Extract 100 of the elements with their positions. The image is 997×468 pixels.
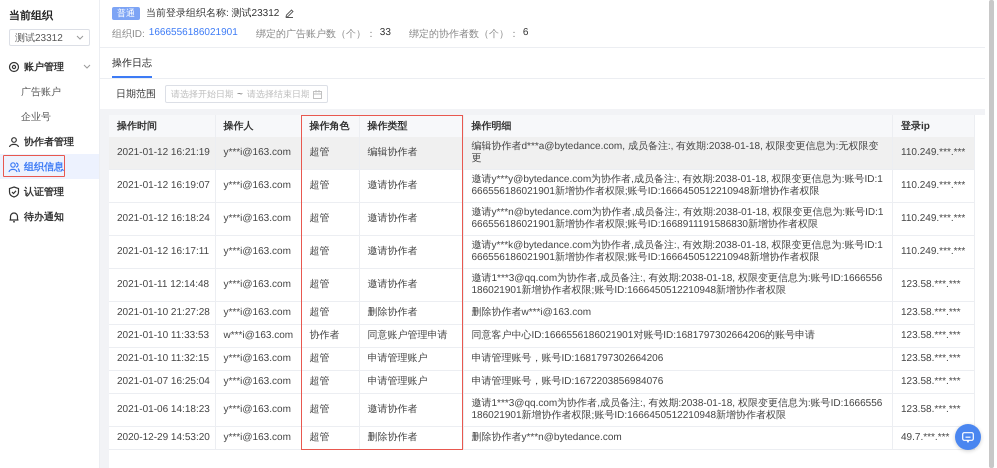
org-select[interactable]: 测试23312	[9, 29, 90, 46]
table-cell: 同意客户中心ID:1666556186021901对账号ID:1681797302664206的账号申请	[463, 324, 892, 348]
chevron-down-icon	[76, 35, 84, 40]
table-cell: 邀请协作者	[359, 268, 463, 302]
sidebar-title: 当前组织	[8, 8, 54, 24]
table-cell: 2021-01-12 16:19:07	[109, 170, 215, 202]
table-cell: 编辑协作者	[359, 137, 463, 170]
table-cell: 123.58.***.***	[892, 324, 974, 348]
table-cell: y***i@163.com	[215, 236, 301, 268]
table-cell: y***i@163.com	[215, 170, 301, 202]
table-cell: 删除协作者y***n@bytedance.com	[463, 426, 892, 450]
table-cell: 123.58.***.***	[892, 302, 974, 324]
column-header: 操作角色	[301, 115, 359, 137]
table-cell: 邀请y***y@bytedance.com为协作者,成员备注:, 有效期:2038-01-18, 权限变更信息为:账号ID:1666556186021901新增协作者权限;账号ID:1666450512210948新增协作者权限	[463, 170, 892, 202]
stat-label: 组织ID:	[112, 28, 145, 41]
table-cell: 超管	[301, 348, 359, 370]
table-cell: y***i@163.com	[215, 202, 301, 236]
table-cell: 邀请协作者	[359, 202, 463, 236]
table-cell: y***i@163.com	[215, 426, 301, 450]
table-cell: 超管	[301, 202, 359, 236]
column-header: 登录ip	[892, 115, 974, 137]
table-cell: 110.249.***.***	[892, 236, 974, 268]
table-cell: 2021-01-07 16:25:04	[109, 370, 215, 394]
table-cell: 邀请y***k@bytedance.com为协作者,成员备注:, 有效期:2038-01-18, 权限变更信息为:账号ID:1666556186021901新增协作者权限;账号ID:1666450512210948新增协作者权限	[463, 236, 892, 268]
stat-value: 33	[380, 27, 391, 40]
table-cell: 超管	[301, 137, 359, 170]
sidebar-item[interactable]: 待办通知	[0, 204, 99, 229]
start-date-field[interactable]: 请选择开始日期	[171, 89, 233, 99]
table-cell: 申请管理账号，账号ID:1672203856984076	[463, 370, 892, 394]
table-cell: 2021-01-12 16:17:11	[109, 236, 215, 268]
table-cell: 删除协作者	[359, 426, 463, 450]
table-cell: 邀请1***3@qq.com为协作者,成员备注:, 有效期:2038-01-18, 权限变更信息为:账号ID:1666556186021901新增协作者权限;账号ID:1666450512210948新增协作者权限	[463, 268, 892, 302]
org-type-badge: 普通	[112, 6, 140, 20]
table-cell: 邀请协作者	[359, 394, 463, 426]
column-header: 操作人	[215, 115, 301, 137]
table-cell: 超管	[301, 236, 359, 268]
org-name: 当前登录组织名称: 测试23312	[146, 6, 280, 20]
chevron-down-icon	[83, 64, 91, 69]
table-cell: 删除协作者	[359, 302, 463, 324]
table-cell: 2021-01-10 21:27:28	[109, 302, 215, 324]
column-header: 操作明细	[463, 115, 892, 137]
table-cell: 2021-01-06 14:18:23	[109, 394, 215, 426]
table-cell: 同意账户管理申请	[359, 324, 463, 348]
table-cell: 删除协作者w***i@163.com	[463, 302, 892, 324]
pencil-icon	[285, 8, 294, 18]
table-cell: 110.249.***.***	[892, 137, 974, 170]
column-header: 操作时间	[109, 115, 215, 137]
calendar-icon	[312, 90, 322, 98]
org-id-link[interactable]: 1666556186021901	[148, 27, 238, 41]
stat-label: 绑定的广告账户数（个）：	[256, 28, 376, 41]
column-header: 操作类型	[359, 115, 463, 137]
table-cell: 申请管理账户	[359, 348, 463, 370]
sidebar-item[interactable]: 协作者管理	[0, 129, 99, 154]
table-cell: 2021-01-12 16:18:24	[109, 202, 215, 236]
table-cell: 邀请协作者	[359, 170, 463, 202]
table-cell: 协作者	[301, 324, 359, 348]
table-cell: 申请管理账号，账号ID:1681797302664206	[463, 348, 892, 370]
table-cell: 110.249.***.***	[892, 170, 974, 202]
table-cell: y***i@163.com	[215, 137, 301, 170]
users-icon	[8, 160, 20, 172]
table-cell: 2021-01-10 11:33:53	[109, 324, 215, 348]
table-cell: y***i@163.com	[215, 302, 301, 324]
stat-label: 绑定的协作者数（个）：	[408, 28, 519, 41]
date-range-field[interactable]: 请选择开始日期 ~ 请选择结束日期	[165, 85, 328, 103]
table-cell: y***i@163.com	[215, 394, 301, 426]
bell-icon	[8, 210, 20, 222]
table-cell: 超管	[301, 426, 359, 450]
shield-icon	[8, 186, 20, 198]
table-cell: 超管	[301, 170, 359, 202]
sidebar-item[interactable]: 广告账户	[0, 79, 99, 104]
table-cell: 申请管理账户	[359, 370, 463, 394]
table-cell: 2021-01-11 12:14:48	[109, 268, 215, 302]
table-cell: 110.249.***.***	[892, 202, 974, 236]
table-cell: 123.58.***.***	[892, 348, 974, 370]
table-cell: w***i@163.com	[215, 324, 301, 348]
sidebar-item[interactable]: 企业号	[0, 104, 99, 129]
range-separator: ~	[237, 88, 243, 100]
table-cell: 2020-12-29 14:53:20	[109, 426, 215, 450]
table-cell: 超管	[301, 370, 359, 394]
table-cell: y***i@163.com	[215, 370, 301, 394]
scrollbar-thumb[interactable]	[988, 0, 994, 468]
sidebar-item[interactable]: 认证管理	[0, 179, 99, 204]
end-date-field[interactable]: 请选择结束日期	[246, 89, 309, 99]
settings-icon	[8, 60, 20, 72]
table-cell: 超管	[301, 268, 359, 302]
table-cell: 超管	[301, 394, 359, 426]
table-cell: 邀请协作者	[359, 236, 463, 268]
sidebar-item[interactable]: 账户管理	[0, 54, 99, 79]
table-cell: 123.58.***.***	[892, 268, 974, 302]
table-cell: 编辑协作者d***a@bytedance.com, 成员备注:, 有效期:2038-01-18, 权限变更信息为:无权限变更	[463, 137, 892, 170]
table-cell: 2021-01-10 11:32:15	[109, 348, 215, 370]
message-icon	[962, 432, 974, 442]
sidebar-item[interactable]: 组织信息	[0, 154, 99, 179]
user-icon	[8, 136, 20, 148]
table-cell: 邀请1***3@qq.com为协作者,成员备注:, 有效期:2038-01-18, 权限变更信息为:账号ID:1666556186021901新增协作者权限;账号ID:1666450512210948新增协作者权限	[463, 394, 892, 426]
table-cell: y***i@163.com	[215, 268, 301, 302]
table-cell: 超管	[301, 302, 359, 324]
filter-label: 日期范围	[116, 88, 156, 101]
stat-value: 6	[522, 27, 528, 40]
table-cell: y***i@163.com	[215, 348, 301, 370]
